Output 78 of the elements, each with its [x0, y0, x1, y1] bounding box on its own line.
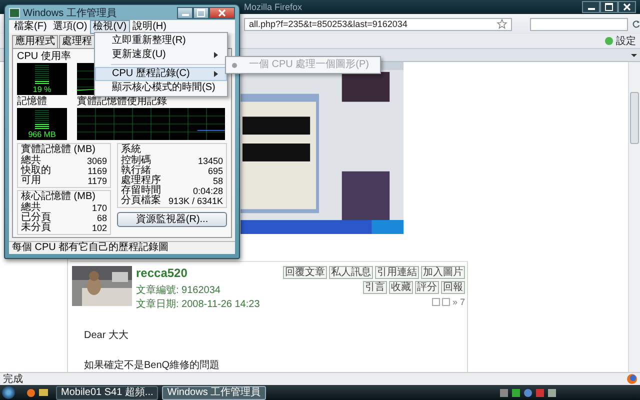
- stat-value: 68: [96, 213, 107, 223]
- stat-name: 存留時間: [121, 186, 161, 196]
- stat-name: 可用: [21, 176, 41, 186]
- menu-item[interactable]: 說明(H): [130, 20, 170, 34]
- post-action-button[interactable]: 評分: [415, 281, 439, 294]
- stat-name: 執行緒: [121, 166, 151, 176]
- menu-item[interactable]: 更新速度(U): [95, 48, 227, 62]
- post-action-button[interactable]: 引用連結: [375, 266, 419, 279]
- window-title: Mozilla Firefox: [244, 2, 304, 12]
- start-button[interactable]: [2, 386, 15, 399]
- settings-button[interactable]: 設定: [605, 34, 636, 48]
- window-title: Windows 工作管理員: [23, 6, 118, 20]
- stat-value: 13450: [198, 156, 223, 166]
- menu-item[interactable]: 檔案(F): [11, 20, 50, 34]
- stat-value: 3069: [86, 156, 107, 166]
- stat-name: 控制碼: [121, 156, 151, 166]
- restore-button[interactable]: [600, 1, 618, 13]
- stat-name: 已分頁: [21, 213, 51, 223]
- stat-name: 快取的: [21, 166, 51, 176]
- stat-value: 102: [92, 223, 107, 233]
- post-action-button[interactable]: 回報: [441, 281, 465, 294]
- search-field[interactable]: [530, 18, 628, 30]
- scrollbar[interactable]: [628, 62, 640, 372]
- post-action-button[interactable]: 私人訊息: [329, 266, 373, 279]
- tab[interactable]: 處理程: [59, 35, 95, 48]
- status-text: 完成: [3, 372, 23, 386]
- post-action-button[interactable]: 收藏: [389, 281, 413, 294]
- taskbar-button[interactable]: Mobile01 S41 超頻...: [56, 386, 158, 400]
- memory-label: 記憶體: [17, 96, 48, 108]
- post-meta: 文章編號: 9162034: [136, 284, 220, 298]
- post-text: Dear 大大: [84, 328, 130, 342]
- menu-item[interactable]: 立即重新整理(R): [95, 34, 227, 48]
- post-meta: 文章日期: 2008-11-26 14:23: [136, 298, 260, 312]
- group-title: 系統: [121, 144, 141, 155]
- minimize-button[interactable]: [582, 1, 600, 13]
- stat-name: 未分頁: [21, 223, 51, 233]
- post-number: » 7: [452, 297, 465, 307]
- status-text: 每個 CPU 都有它自己的歷程記錄圖: [12, 242, 169, 253]
- stat-name: 總共: [21, 156, 41, 166]
- close-icon: [623, 3, 631, 11]
- close-icon: [218, 8, 226, 16]
- menu-item[interactable]: 檢視(V): [90, 20, 130, 34]
- group-title: 核心記憶體 (MB): [21, 191, 96, 202]
- maximize-button[interactable]: [193, 6, 209, 18]
- fox-icon[interactable]: [627, 374, 637, 384]
- stat-value: 170: [92, 203, 107, 213]
- post-action-button[interactable]: 回覆文章: [283, 266, 327, 279]
- group-title: 實體記憶體 (MB): [21, 144, 96, 155]
- stat-value: 913K / 6341K: [168, 196, 223, 206]
- monitor-icon: [9, 8, 20, 18]
- menu-item[interactable]: 顯示核心模式的時間(S): [95, 81, 227, 95]
- resource-monitor-button[interactable]: 資源監視器(R)...: [117, 212, 227, 227]
- taskbar-button[interactable]: Windows 工作管理員: [162, 386, 266, 400]
- memory-reading: 966 MB: [28, 130, 56, 140]
- stat-value: 58: [212, 176, 223, 186]
- cpu-reading: 19 %: [32, 85, 52, 95]
- tab[interactable]: 應用程式: [12, 35, 58, 48]
- close-button[interactable]: [618, 1, 636, 13]
- address-field[interactable]: all.php?f=235&t=850253&last=9162034: [244, 18, 512, 30]
- menu-item[interactable]: CPU 歷程記錄(C): [95, 67, 227, 81]
- post-text: 如果確定不是BenQ維修的問題: [84, 358, 221, 372]
- close-button[interactable]: [209, 6, 235, 18]
- stat-value: 0:04:28: [192, 186, 223, 196]
- author-name[interactable]: recca520: [136, 266, 188, 280]
- post-action-button[interactable]: 加入圖片: [421, 266, 465, 279]
- stat-name: 總共: [21, 203, 41, 213]
- cpu-usage-label: CPU 使用率: [17, 51, 71, 63]
- post-action-button[interactable]: 引言: [363, 281, 387, 294]
- globe-icon[interactable]: [524, 388, 532, 396]
- reload-icon[interactable]: [632, 19, 640, 29]
- stat-name: 分頁檔案: [121, 196, 161, 206]
- menu-item[interactable]: 選項(O): [50, 20, 90, 34]
- stat-value: 1169: [88, 166, 107, 176]
- stat-value: 1179: [88, 176, 107, 186]
- minimize-button[interactable]: [177, 6, 193, 18]
- star-icon[interactable]: [497, 19, 508, 29]
- stat-value: 695: [208, 166, 223, 176]
- stat-name: 處理程序: [121, 176, 161, 186]
